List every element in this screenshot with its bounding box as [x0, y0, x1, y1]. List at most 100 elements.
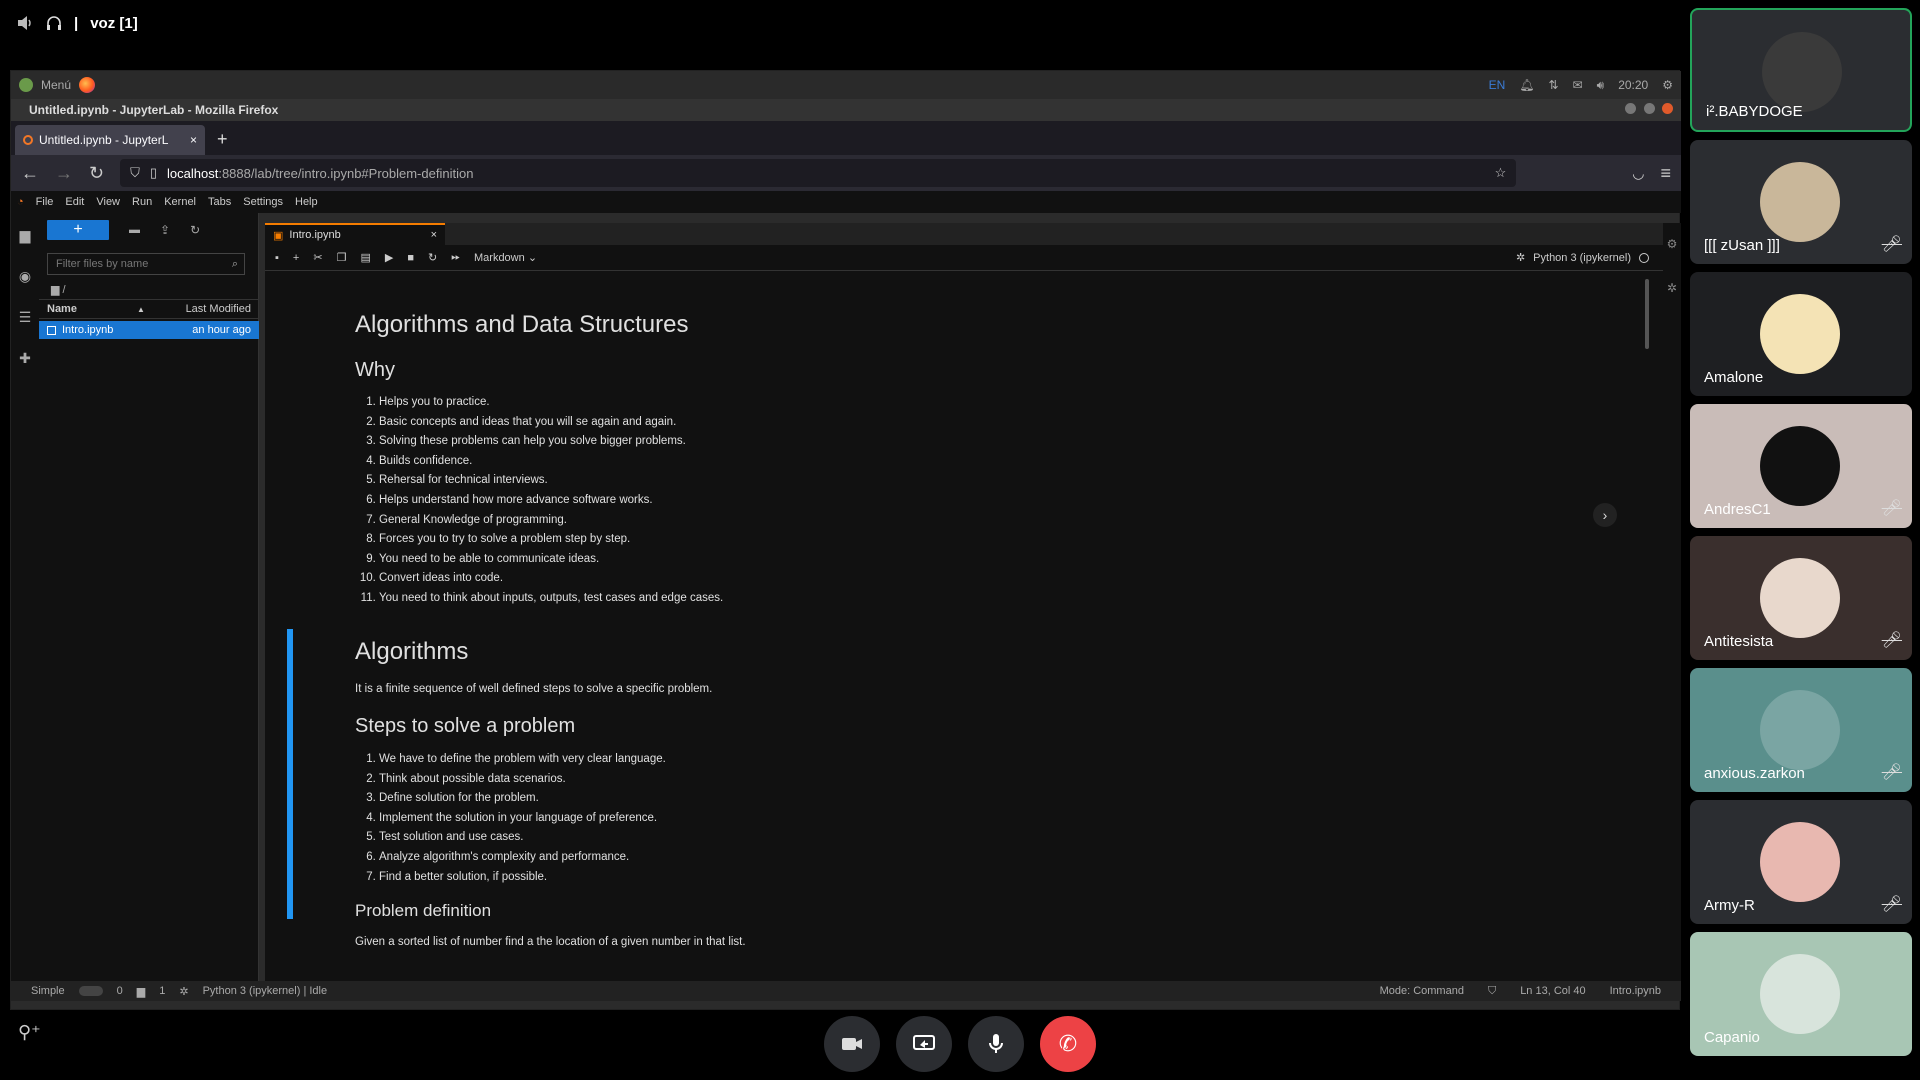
headphones-icon[interactable] [46, 15, 62, 31]
cursor-position[interactable]: Ln 13, Col 40 [1520, 985, 1585, 998]
app-menu-icon[interactable]: ≡ [1660, 163, 1671, 184]
back-icon[interactable]: ← [21, 163, 39, 184]
extensions-icon[interactable]: ✚ [19, 350, 31, 367]
cell-type-select[interactable]: Markdown ⌄ [474, 251, 537, 264]
new-launcher-button[interactable]: + [47, 220, 109, 240]
participant-tile[interactable]: Capanio [1690, 932, 1912, 1056]
close-tab-icon[interactable]: × [190, 133, 197, 147]
column-last-modified[interactable]: Last Modified [186, 303, 251, 315]
speaker-icon[interactable] [16, 15, 34, 31]
bell-icon[interactable]: 🔔︎ [1519, 78, 1534, 92]
pocket-icon[interactable]: ◡ [1632, 165, 1644, 182]
muted-mic-icon: 🎤︎ [1881, 236, 1902, 253]
simple-mode-toggle[interactable] [78, 986, 103, 996]
file-name: Intro.ipynb [62, 324, 114, 336]
active-cell-indicator[interactable] [287, 629, 293, 919]
disconnect-button[interactable]: ✆ [1040, 1016, 1096, 1072]
collapse-right-icon[interactable]: › [1593, 503, 1617, 527]
file-list-header: Name ▲ Last Modified [39, 299, 259, 319]
filter-files-input[interactable]: Filter files by name ⌕ [47, 253, 245, 275]
list-item: Test solution and use cases. [379, 828, 666, 848]
restart-icon[interactable]: ↻ [428, 251, 437, 264]
reload-icon[interactable]: ↻ [89, 163, 104, 184]
why-list: Helps you to practice.Basic concepts and… [355, 393, 723, 609]
refresh-icon[interactable]: ↻ [190, 223, 200, 237]
breadcrumb[interactable]: ▆ / [51, 283, 66, 296]
list-item: Convert ideas into code. [379, 569, 723, 589]
cut-icon[interactable]: ✂ [313, 251, 322, 264]
microphone-button[interactable] [968, 1016, 1024, 1072]
run-icon[interactable]: ▶ [385, 251, 393, 264]
run-all-icon[interactable]: ⏩︎ [451, 251, 460, 264]
notebook-content[interactable]: Algorithms and Data Structures Why Helps… [265, 271, 1663, 981]
terminals-count: 0 [116, 985, 123, 997]
new-tab-button[interactable]: + [205, 129, 240, 155]
os-menu-label[interactable]: Menú [41, 78, 71, 92]
status-file-name: Intro.ipynb [1609, 984, 1661, 997]
property-inspector-icon[interactable]: ⚙ [1667, 237, 1678, 251]
minimize-button[interactable] [1625, 103, 1637, 114]
microphone-icon [989, 1034, 1003, 1053]
browser-tab[interactable]: Untitled.ipynb - JupyterL × [15, 125, 205, 155]
terminal-icon: ▆ [136, 985, 146, 998]
insert-cell-icon[interactable]: + [293, 252, 299, 264]
participant-tile[interactable]: anxious.zarkon 🎤︎ [1690, 668, 1912, 792]
volume-icon[interactable]: 🔊︎ [1597, 78, 1605, 93]
file-browser: + ▬ ⇪ ↻ Filter files by name ⌕ ▆ / Name … [39, 213, 259, 981]
kernel-name[interactable]: Python 3 (ipykernel) [1533, 252, 1631, 264]
toc-icon[interactable]: ☰ [19, 309, 32, 326]
close-window-button[interactable] [1662, 103, 1673, 114]
running-icon[interactable]: ◉ [19, 268, 31, 285]
notebook-file-icon [47, 325, 56, 335]
menu-settings[interactable]: Settings [243, 196, 283, 208]
column-name[interactable]: Name [47, 303, 77, 315]
menu-kernel[interactable]: Kernel [164, 196, 196, 208]
menu-view[interactable]: View [96, 196, 120, 208]
participant-tile[interactable]: [[[ zUsan ]]] 🎤︎ [1690, 140, 1912, 264]
menu-tabs[interactable]: Tabs [208, 196, 231, 208]
debugger-icon[interactable]: ✲ [1516, 251, 1525, 264]
bookmark-star-icon[interactable]: ☆ [1495, 165, 1507, 181]
network-icon[interactable]: ⇅ [1549, 78, 1559, 92]
os-menu-icon[interactable] [19, 78, 33, 92]
url-bar[interactable]: ⛉ ▯ localhost:8888/lab/tree/intro.ipynb#… [120, 159, 1517, 187]
forward-icon[interactable]: → [55, 163, 73, 184]
add-member-icon[interactable]: ⚲⁺ [18, 1022, 41, 1043]
sort-asc-icon[interactable]: ▲ [137, 305, 145, 314]
firefox-icon[interactable] [79, 77, 96, 93]
voice-channel-name: voz [1] [90, 14, 138, 32]
participant-tile[interactable]: Army-R 🎤︎ [1690, 800, 1912, 924]
paste-icon[interactable]: ▤ [360, 251, 370, 264]
close-document-icon[interactable]: × [431, 229, 437, 241]
shield-icon[interactable]: ⛉ [130, 165, 140, 181]
stop-icon[interactable]: ■ [407, 252, 414, 264]
copy-icon[interactable]: ❐ [337, 251, 347, 264]
participant-tile[interactable]: i².BABYDOGE [1690, 8, 1912, 132]
participant-tile[interactable]: Antitesista 🎤︎ [1690, 536, 1912, 660]
participant-tile[interactable]: Amalone [1690, 272, 1912, 396]
file-row[interactable]: Intro.ipynb an hour ago [39, 321, 259, 339]
kernel-status[interactable]: Python 3 (ipykernel) | Idle [203, 985, 328, 997]
folder-icon[interactable]: ▆ [20, 227, 31, 244]
list-item: You need to think about inputs, outputs,… [379, 589, 723, 609]
debugger-panel-icon[interactable]: ✲ [1667, 281, 1677, 295]
new-folder-icon[interactable]: ▬ [129, 224, 140, 236]
save-icon[interactable]: ▪ [275, 252, 279, 264]
scrollbar[interactable] [1645, 279, 1649, 349]
settings-icon[interactable]: ⚙ [1662, 78, 1673, 92]
participant-list: i².BABYDOGE [[[ zUsan ]]] 🎤︎ Amalone AndresC… [1690, 8, 1918, 1080]
browser-tabstrip: Untitled.ipynb - JupyterL × + [11, 121, 1681, 155]
menu-help[interactable]: Help [295, 196, 318, 208]
os-clock: 20:20 [1618, 78, 1649, 92]
maximize-button[interactable] [1643, 103, 1655, 114]
participant-tile[interactable]: AndresC1 🎤︎ [1690, 404, 1912, 528]
screen-share-button[interactable] [896, 1016, 952, 1072]
camera-button[interactable] [824, 1016, 880, 1072]
menu-edit[interactable]: Edit [65, 196, 84, 208]
upload-icon[interactable]: ⇪ [160, 223, 170, 237]
menu-run[interactable]: Run [132, 196, 152, 208]
keyboard-layout[interactable]: EN [1489, 78, 1506, 92]
document-tab[interactable]: ▣ Intro.ipynb × [265, 223, 445, 245]
menu-file[interactable]: File [36, 196, 54, 208]
mail-icon[interactable]: ✉ [1573, 78, 1583, 92]
